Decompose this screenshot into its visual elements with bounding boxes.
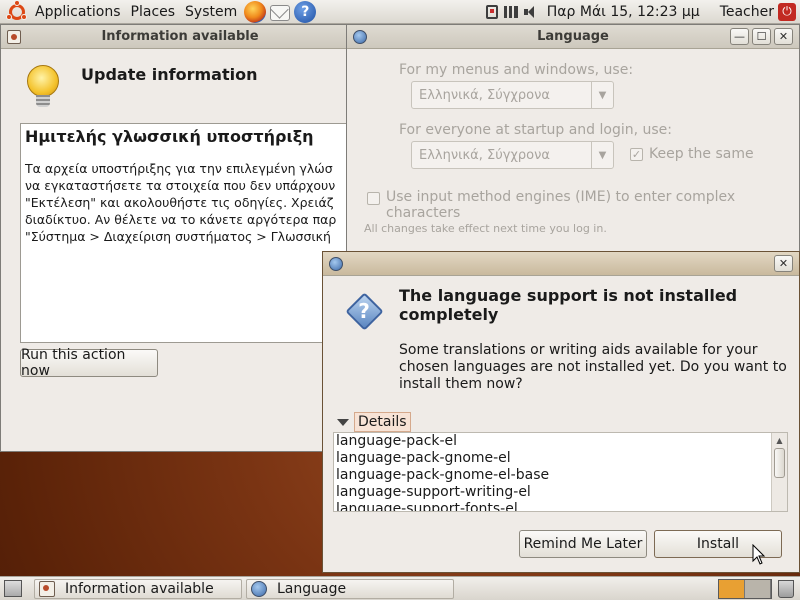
maximize-button[interactable]: ☐: [752, 28, 771, 45]
user-name[interactable]: Teacher: [710, 4, 778, 20]
language-titlebar[interactable]: Language — ☐ ✕: [347, 25, 799, 49]
ubuntu-logo-icon[interactable]: [6, 0, 28, 23]
mouse-pointer-icon: [752, 544, 766, 565]
run-action-button[interactable]: Run this action now: [20, 347, 158, 379]
update-heading: Update information: [81, 65, 258, 84]
description-line: να εγκαταστήσετε τα στοιχεία που δεν υπά…: [25, 178, 336, 193]
info-titlebar[interactable]: Information available: [1, 25, 359, 49]
menus-language-label: For my menus and windows, use:: [399, 62, 634, 78]
list-item: language-pack-el: [336, 433, 458, 449]
workspace-switcher[interactable]: [718, 579, 772, 599]
workspace-2[interactable]: [745, 580, 771, 598]
startup-language-combo[interactable]: Ελληνικά, Σύγχρονα ▼: [411, 141, 614, 169]
remind-later-button[interactable]: Remind Me Later: [519, 530, 647, 558]
help-launcher-icon[interactable]: ?: [294, 0, 317, 23]
show-desktop-icon[interactable]: [4, 580, 22, 597]
clock[interactable]: Παρ Μάι 15, 12:23 μμ: [543, 4, 710, 20]
info-window-icon[interactable]: [7, 29, 21, 44]
menus-language-value: Ελληνικά, Σύγχρονα: [419, 87, 550, 103]
description-line: διαδίκτυο. Αν θέλετε να το κάνετε αργότε…: [25, 212, 337, 227]
ime-checkbox[interactable]: [367, 192, 380, 205]
power-icon[interactable]: ⏻: [778, 2, 796, 21]
menu-applications[interactable]: Applications: [30, 0, 126, 24]
globe-icon: [251, 581, 267, 597]
workspace-1[interactable]: [719, 580, 745, 598]
keep-same-label: Keep the same: [649, 146, 754, 162]
minimize-button[interactable]: —: [730, 28, 749, 45]
description-line: "Σύστημα > Διαχείριση συστήματος > Γλωσσ…: [25, 229, 331, 244]
top-panel: Applications Places System ? Παρ Μάι 15,…: [0, 0, 800, 24]
globe-icon[interactable]: [353, 29, 367, 44]
language-window: Language — ☐ ✕ For my menus and windows,…: [346, 24, 800, 256]
dialog-close-button[interactable]: ✕: [774, 255, 793, 272]
globe-icon[interactable]: [329, 256, 343, 271]
list-item: language-support-fonts-el: [336, 501, 518, 512]
description-heading: Ημιτελής γλωσσική υποστήριξη: [25, 127, 314, 146]
scroll-up-icon[interactable]: ▲: [772, 433, 787, 447]
list-item: language-support-writing-el: [336, 484, 531, 500]
startup-language-value: Ελληνικά, Σύγχρονα: [419, 147, 550, 163]
network-icon[interactable]: [485, 4, 498, 19]
details-expander[interactable]: Details: [337, 412, 411, 432]
menus-language-combo[interactable]: Ελληνικά, Σύγχρονα ▼: [411, 81, 614, 109]
dialog-message: Some translations or writing aids availa…: [399, 342, 787, 392]
volume-icon[interactable]: [523, 5, 540, 19]
ime-label: Use input method engines (IME) to enter …: [386, 189, 736, 221]
task-label: Information available: [65, 581, 214, 597]
chevron-down-icon: ▼: [591, 142, 613, 168]
question-icon: ?: [345, 292, 384, 331]
battery-icon[interactable]: [503, 5, 518, 18]
list-item: language-pack-gnome-el: [336, 450, 511, 466]
information-window: Information available Update information…: [0, 24, 365, 452]
details-label: Details: [354, 412, 411, 432]
mail-launcher-icon[interactable]: [270, 4, 291, 21]
scroll-thumb[interactable]: [774, 448, 785, 478]
language-support-dialog: ✕ ? The language support is not installe…: [322, 251, 800, 573]
dialog-titlebar[interactable]: ✕: [323, 252, 799, 276]
task-information-available[interactable]: Information available: [34, 579, 242, 599]
changes-note: All changes take effect next time you lo…: [364, 222, 607, 235]
lightbulb-icon: [27, 65, 59, 111]
startup-language-label: For everyone at startup and login, use:: [399, 122, 673, 138]
task-label: Language: [277, 581, 347, 597]
firefox-launcher-icon[interactable]: [244, 0, 267, 23]
triangle-down-icon: [337, 418, 349, 426]
close-button[interactable]: ✕: [774, 28, 793, 45]
description-box: Ημιτελής γλωσσική υποστήριξη Τα αρχεία υ…: [20, 123, 365, 343]
info-window-icon: [39, 581, 55, 597]
info-window-title: Information available: [101, 29, 259, 44]
chevron-down-icon: ▼: [591, 82, 613, 108]
trash-icon[interactable]: [778, 580, 794, 598]
package-list-scrollbar[interactable]: ▲: [771, 433, 787, 511]
menu-places[interactable]: Places: [126, 0, 181, 24]
menu-system[interactable]: System: [180, 0, 242, 24]
list-item: language-pack-gnome-el-base: [336, 467, 550, 483]
bottom-panel: Information available Language: [0, 576, 800, 600]
keep-same-checkbox[interactable]: ✓: [630, 148, 643, 161]
package-list[interactable]: language-pack-el language-pack-gnome-el …: [333, 432, 788, 512]
description-line: "Εκτέλεση" και ακολουθήστε τις οδηγίες. …: [25, 195, 334, 210]
description-line: Τα αρχεία υποστήριξης για την επιλεγμένη…: [25, 161, 333, 176]
dialog-heading: The language support is not installed co…: [399, 286, 738, 324]
task-language[interactable]: Language: [246, 579, 454, 599]
